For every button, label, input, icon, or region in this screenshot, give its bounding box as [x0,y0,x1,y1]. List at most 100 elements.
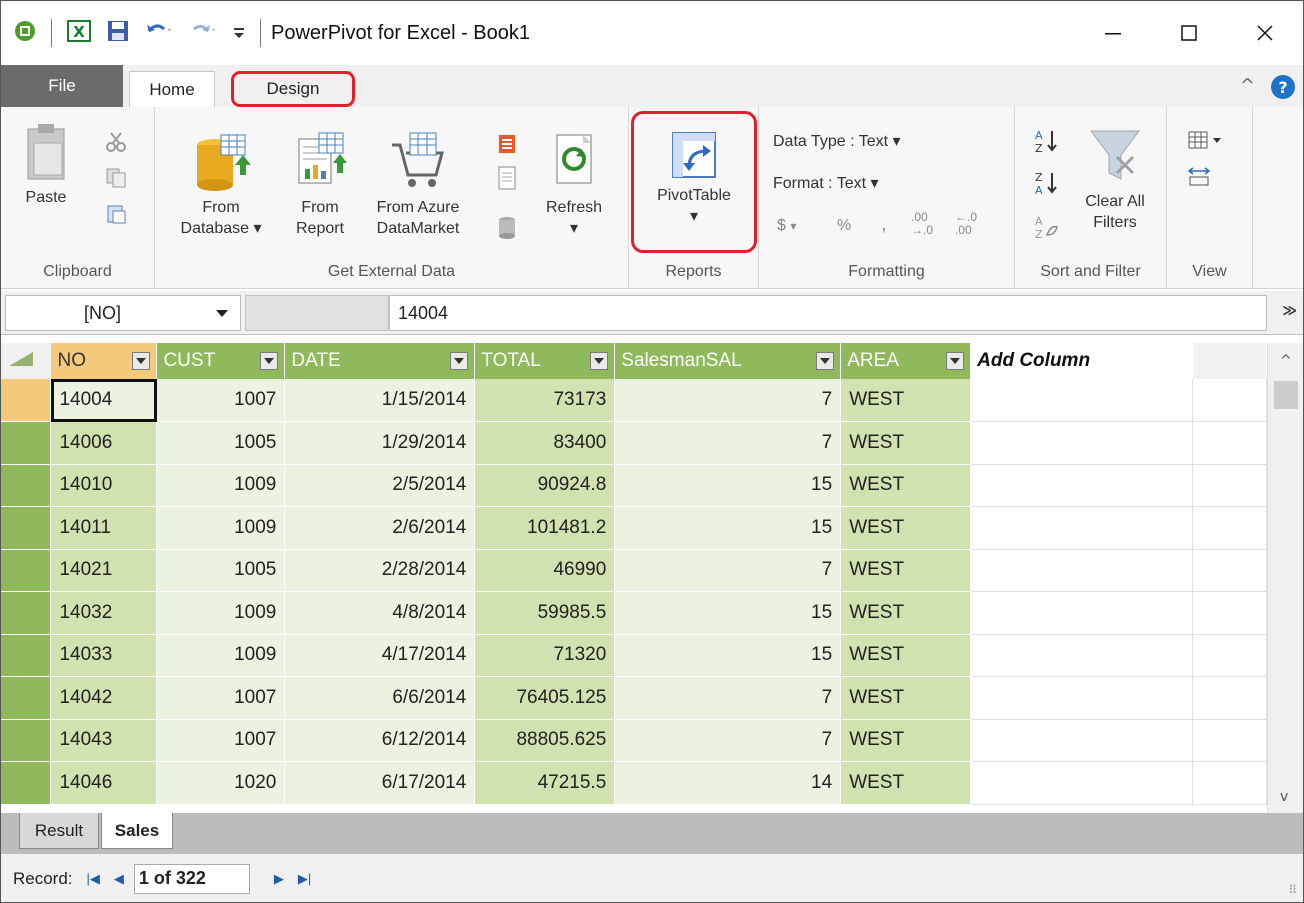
data-type-dropdown[interactable]: Data Type : Text ▾ [773,131,901,151]
name-box[interactable]: [NO] [5,295,241,331]
row-selector[interactable] [1,719,52,762]
table-row[interactable]: 14033 1009 4/17/2014 71320 15 WEST [1,634,1267,677]
add-column-cell[interactable] [970,719,1193,762]
powerpivot-icon[interactable] [13,19,37,47]
column-header[interactable]: CUST [156,343,286,379]
paste-button[interactable]: Paste [11,121,81,208]
comma-format-button[interactable]: , [881,213,887,236]
table-cell[interactable]: 1009 [156,464,286,507]
table-row[interactable]: 14032 1009 4/8/2014 59985.5 15 WEST [1,591,1267,635]
currency-format-button[interactable]: $ ▾ [777,217,796,235]
table-row[interactable]: 14010 1009 2/5/2014 90924.8 15 WEST [1,464,1267,507]
table-cell[interactable]: 14046 [50,761,158,805]
table-cell[interactable]: WEST [840,379,972,422]
tab-design[interactable]: Design [231,71,355,107]
table-cell[interactable]: WEST [840,719,972,762]
add-column-cell[interactable] [970,464,1193,507]
first-record-icon[interactable]: |◀ [87,871,100,887]
table-cell[interactable]: 1/29/2014 [284,421,476,465]
table-row[interactable]: 14043 1007 6/12/2014 88805.625 7 WEST [1,719,1267,762]
table-cell[interactable]: 1/15/2014 [284,379,476,422]
table-cell[interactable]: 14004 [50,379,158,422]
table-cell[interactable]: WEST [840,761,972,805]
copy-icon[interactable] [105,167,127,193]
column-header[interactable]: NO [50,343,158,379]
add-column-cell[interactable] [970,549,1193,592]
from-azure-datamarket-button[interactable]: From Azure DataMarket [355,131,481,239]
table-row[interactable]: 14006 1005 1/29/2014 83400 7 WEST [1,421,1267,465]
column-header[interactable]: DATE [284,343,476,379]
table-cell[interactable]: 14042 [50,676,158,720]
from-database-button[interactable]: From Database ▾ [163,131,279,239]
expand-formula-bar-icon[interactable]: ≫ [1282,303,1297,319]
scroll-down-icon[interactable]: v [1280,789,1288,805]
table-cell[interactable]: 83400 [474,421,616,465]
select-all-corner[interactable] [1,343,52,379]
table-cell[interactable]: 4/17/2014 [284,634,476,677]
paste-append-icon[interactable] [105,203,127,229]
table-cell[interactable]: 1009 [156,634,286,677]
next-record-icon[interactable]: ▶ [274,871,284,887]
table-cell[interactable]: 15 [614,506,842,550]
table-cell[interactable]: 46990 [474,549,616,592]
table-cell[interactable]: 1007 [156,676,286,720]
row-selector[interactable] [1,421,52,465]
decrease-decimal-button[interactable]: ←.0.00 [955,211,977,237]
minimize-button[interactable] [1075,1,1151,65]
table-cell[interactable]: 101481.2 [474,506,616,550]
table-cell[interactable]: 1009 [156,506,286,550]
sort-descending-icon[interactable]: ZA [1033,169,1059,201]
filter-dropdown-icon[interactable] [590,352,609,370]
column-header[interactable]: SalesmanSAL [614,343,842,379]
column-header[interactable]: AREA [840,343,972,379]
filter-dropdown-icon[interactable] [946,352,965,370]
table-cell[interactable]: 14010 [50,464,158,507]
table-cell[interactable]: 15 [614,464,842,507]
table-cell[interactable]: 7 [614,549,842,592]
table-cell[interactable]: 88805.625 [474,719,616,762]
table-cell[interactable]: 7 [614,379,842,422]
maximize-button[interactable] [1151,1,1227,65]
save-icon[interactable] [106,19,130,47]
table-cell[interactable]: 2/28/2014 [284,549,476,592]
chevron-down-icon[interactable] [216,310,228,317]
table-cell[interactable]: WEST [840,506,972,550]
record-position-input[interactable]: 1 of 322 [133,863,250,894]
refresh-button[interactable]: Refresh ▾ [531,131,617,239]
table-cell[interactable]: 14 [614,761,842,805]
customize-toolbar-icon[interactable] [232,19,246,47]
filter-dropdown-icon[interactable] [260,352,279,370]
table-cell[interactable]: 1007 [156,379,286,422]
row-selector[interactable] [1,464,52,507]
formula-function-area[interactable] [245,295,389,331]
row-selector[interactable] [1,591,52,635]
text-file-icon[interactable] [497,165,517,195]
table-cell[interactable]: 14011 [50,506,158,550]
table-row[interactable]: 14004 1007 1/15/2014 73173 7 WEST [1,379,1267,422]
table-cell[interactable]: WEST [840,421,972,465]
row-selector[interactable] [1,761,52,805]
sort-ascending-icon[interactable]: AZ [1033,127,1059,159]
percent-format-button[interactable]: % [837,217,851,235]
table-cell[interactable]: 15 [614,591,842,635]
redo-icon[interactable] [188,19,218,47]
add-column-cell[interactable] [970,761,1193,805]
row-selector[interactable] [1,506,52,550]
table-cell[interactable]: 1005 [156,421,286,465]
clear-sort-icon[interactable]: AZ [1033,213,1059,245]
table-cell[interactable]: WEST [840,591,972,635]
other-sources-icon[interactable] [497,215,517,245]
table-cell[interactable]: 1007 [156,719,286,762]
table-row[interactable]: 14011 1009 2/6/2014 101481.2 15 WEST [1,506,1267,550]
table-cell[interactable]: 14032 [50,591,158,635]
last-record-icon[interactable]: ▶| [298,871,311,887]
cut-icon[interactable] [105,131,127,157]
table-cell[interactable]: 59985.5 [474,591,616,635]
row-selector[interactable] [1,676,52,720]
table-cell[interactable]: WEST [840,464,972,507]
undo-icon[interactable] [144,19,174,47]
table-cell[interactable]: 6/17/2014 [284,761,476,805]
tab-home[interactable]: Home [129,71,215,107]
increase-decimal-button[interactable]: .00 →.0 [911,211,933,237]
table-cell[interactable]: 2/6/2014 [284,506,476,550]
